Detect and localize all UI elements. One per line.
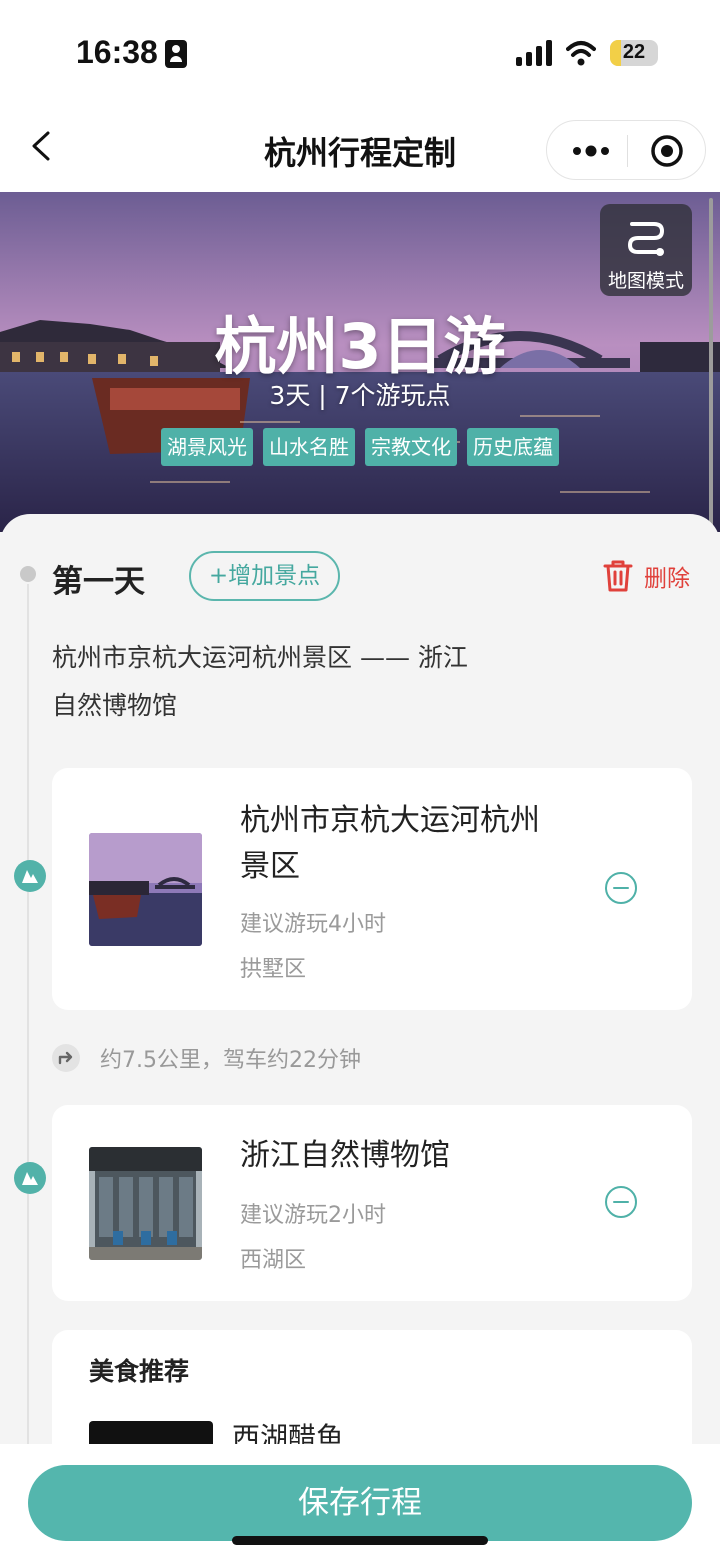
spot-district: 西湖区: [240, 1248, 307, 1273]
food-section-title: 美食推荐: [89, 1357, 190, 1386]
tag-history: 历史底蕴: [467, 428, 559, 466]
status-bar: 16:38 22: [0, 0, 720, 100]
spot-thumbnail: [89, 1147, 202, 1260]
mini-program-capsule: [546, 120, 706, 180]
remove-spot-icon[interactable]: [604, 1185, 638, 1219]
battery-percentage: 22: [622, 41, 646, 63]
hero-title: 杭州3日游: [214, 310, 506, 383]
remove-spot-icon[interactable]: [604, 871, 638, 905]
spot-duration: 建议游玩4小时: [240, 912, 386, 937]
spot-thumbnail: [89, 833, 202, 946]
day-label: 第一天: [52, 564, 145, 600]
more-icon[interactable]: [569, 139, 613, 163]
spot-name: 浙江自然博物馆: [240, 1138, 450, 1173]
timeline-dot: [20, 566, 36, 582]
wifi-icon: [566, 41, 596, 66]
spot-card[interactable]: 浙江自然博物馆 建议游玩2小时 西湖区: [52, 1105, 692, 1301]
route-summary: 杭州市京杭大运河杭州景区 —— 浙江自然博物馆: [52, 643, 468, 720]
map-mode-label: 地图模式: [607, 270, 684, 292]
bottom-bar: 保存行程: [0, 1444, 720, 1561]
status-time: 16:38: [76, 34, 158, 70]
route-map-icon: [627, 222, 665, 256]
spot-name: 杭州市京杭大运河杭州景区: [240, 803, 540, 884]
scrollbar[interactable]: [709, 198, 713, 562]
tag-lake-scenery: 湖景风光: [161, 428, 253, 466]
spot-district: 拱墅区: [240, 957, 307, 982]
drive-route-icon: [52, 1044, 80, 1072]
spot-pin-icon: [14, 1162, 46, 1194]
add-spot-button[interactable]: +增加景点: [189, 551, 340, 601]
map-mode-button[interactable]: 地图模式: [600, 204, 692, 296]
capsule-divider: [627, 135, 628, 167]
save-itinerary-button[interactable]: 保存行程: [28, 1465, 692, 1541]
tag-list: 湖景风光 山水名胜 宗教文化 历史底蕴: [0, 428, 720, 466]
travel-segment: 约7.5公里，驾车约22分钟: [52, 1042, 361, 1074]
spot-pin-icon: [14, 860, 46, 892]
spot-card[interactable]: 杭州市京杭大运河杭州景区 建议游玩4小时 拱墅区: [52, 768, 692, 1010]
delete-day-button[interactable]: 删除: [602, 558, 690, 594]
spot-duration: 建议游玩2小时: [240, 1203, 386, 1228]
close-target-icon[interactable]: [649, 133, 685, 169]
itinerary-sheet: 第一天 +增加景点 删除 杭州市京杭大运河杭州景区 —— 浙江自然博物馆 杭州市…: [0, 514, 720, 1561]
travel-text: 约7.5公里，驾车约22分钟: [100, 1048, 361, 1073]
delete-label: 删除: [644, 566, 690, 592]
timeline-line: [27, 584, 29, 1464]
tag-religion: 宗教文化: [365, 428, 457, 466]
hero-banner: 杭州3日游 3天 | 7个游玩点 湖景风光 山水名胜 宗教文化 历史底蕴 地图模…: [0, 192, 720, 532]
battery-icon: 22: [610, 40, 658, 66]
navigation-bar: 杭州行程定制: [0, 100, 720, 192]
hero-subtitle: 3天 | 7个游玩点: [269, 381, 451, 410]
tag-landscape: 山水名胜: [263, 428, 355, 466]
cellular-signal-icon: [516, 40, 552, 66]
home-indicator: [232, 1536, 488, 1545]
id-card-icon: [165, 40, 187, 68]
trash-icon: [603, 560, 633, 592]
